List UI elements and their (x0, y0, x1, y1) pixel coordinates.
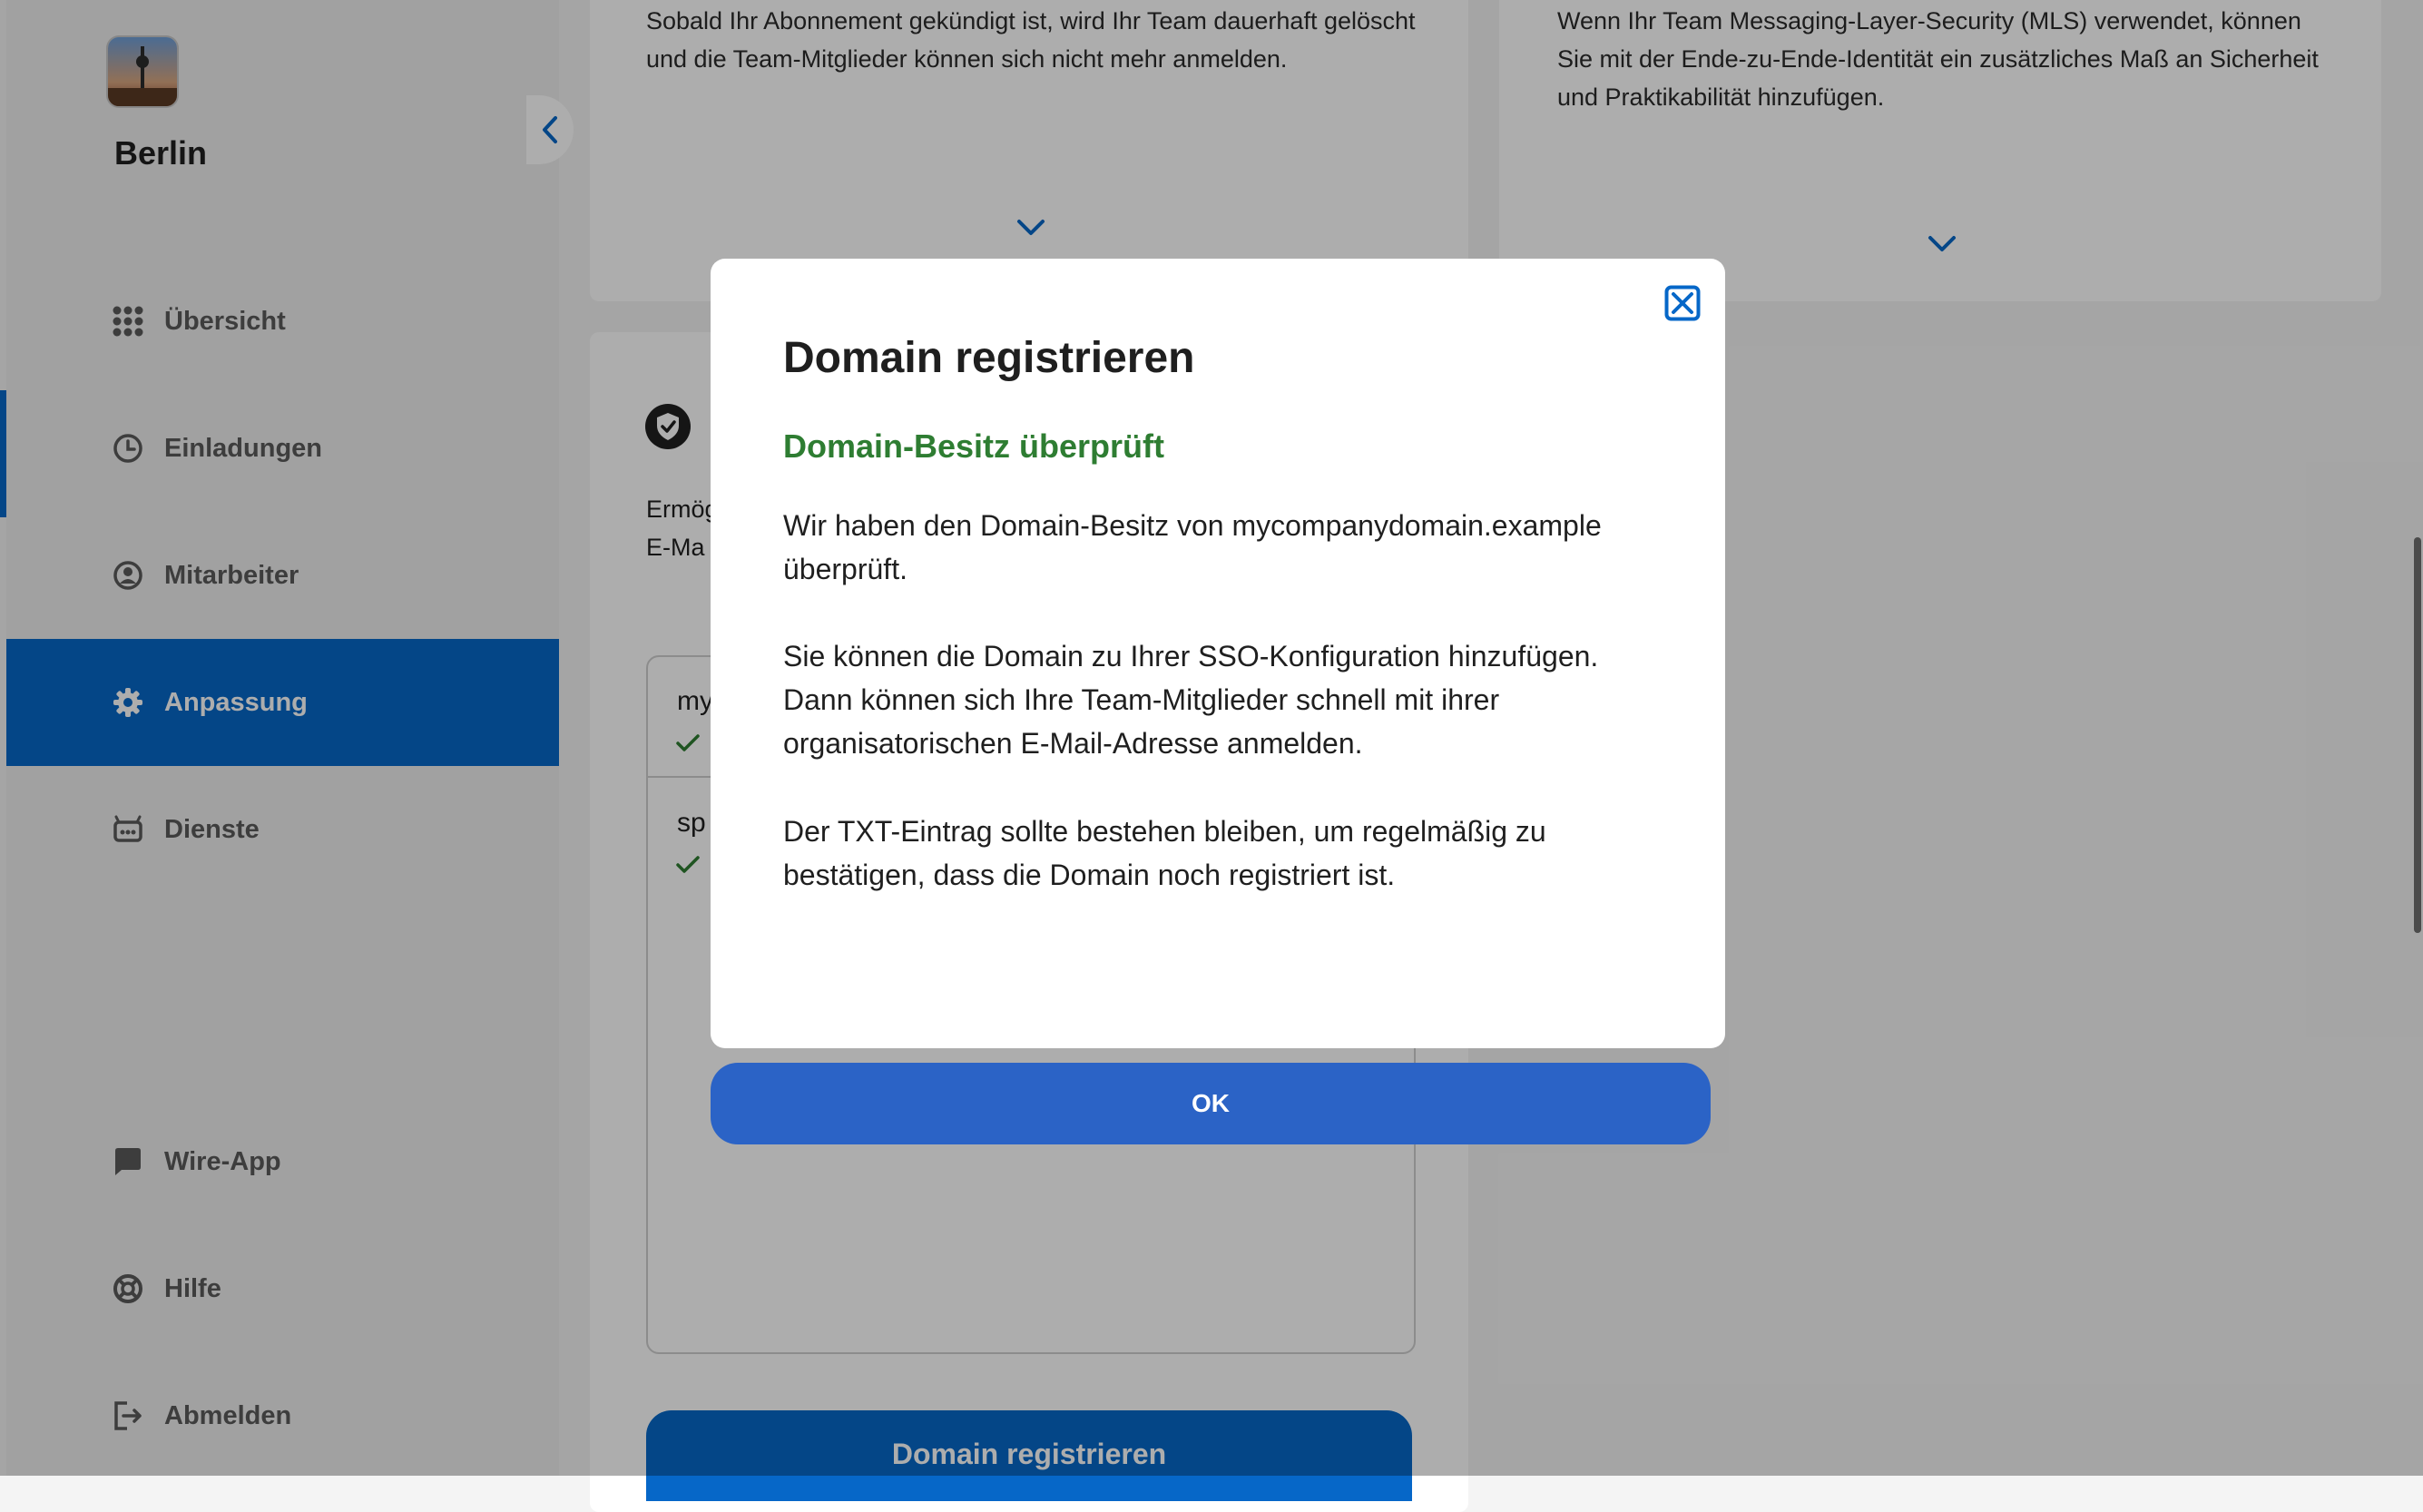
dialog-paragraph: Wir haben den Domain-Besitz von mycompan… (783, 509, 1602, 585)
app-window: Berlin Übersicht Einladungen Mitarbeiter… (0, 0, 2423, 1512)
dialog-title: Domain registrieren (783, 334, 1195, 382)
close-button[interactable] (1663, 284, 1702, 322)
close-icon (1664, 285, 1701, 321)
dialog-success-subtitle: Domain-Besitz überprüft (783, 427, 1165, 465)
domain-registration-dialog: Domain registrieren Domain-Besitz überpr… (711, 259, 1725, 1048)
dialog-paragraph: Sie können die Domain zu Ihrer SSO-Konfi… (783, 640, 1599, 760)
dialog-paragraph: Der TXT-Eintrag sollte bestehen bleiben,… (783, 815, 1546, 891)
ok-button[interactable]: OK (711, 1063, 1711, 1144)
